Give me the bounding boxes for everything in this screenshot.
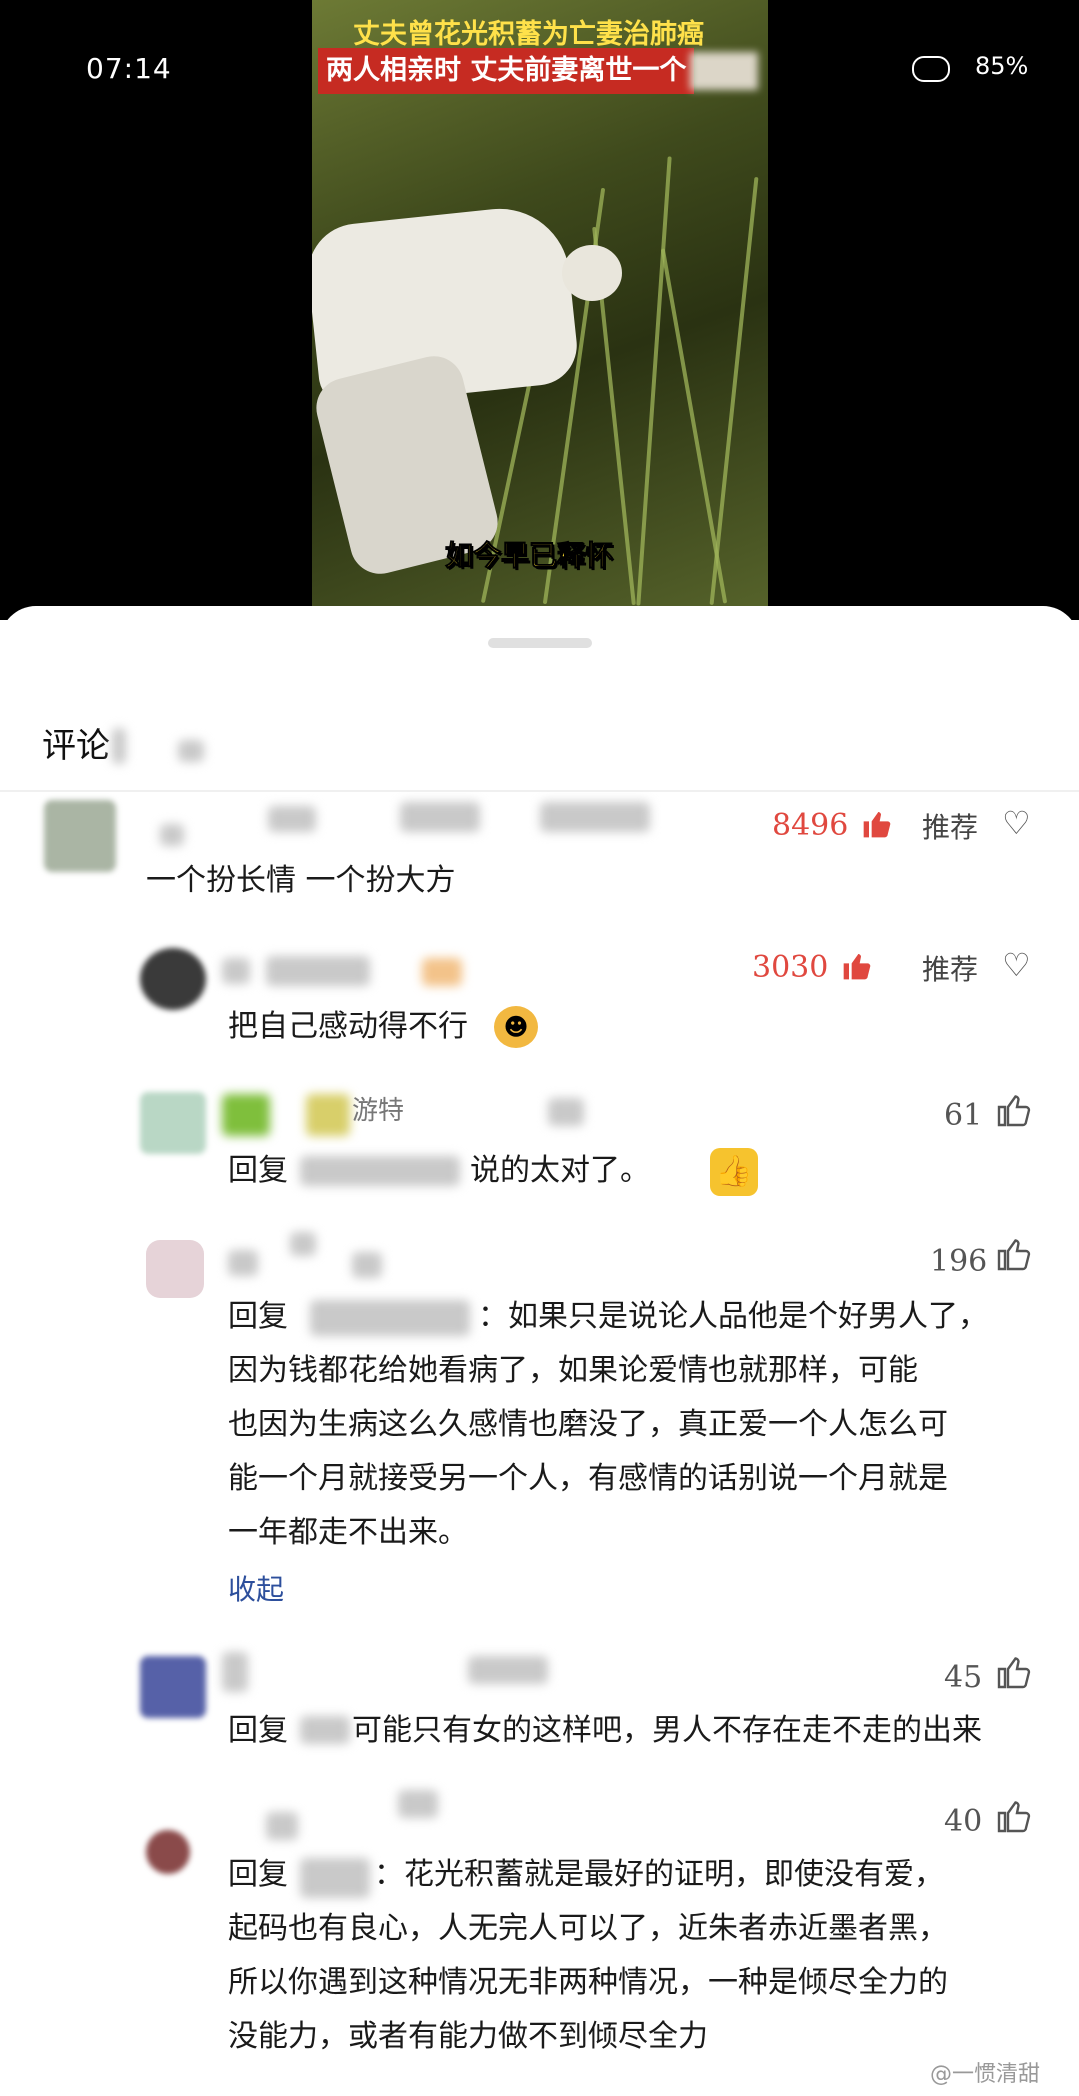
sheet-title: 评论	[42, 726, 110, 766]
blurred-reply-target	[310, 1300, 470, 1336]
comment-text-line: 没能力，或者有能力做不到倾尽全力	[228, 2019, 708, 2054]
video-player[interactable]: 07:14 85% 丈夫曾花光积蓄为亡妻治肺癌 两人相亲时 丈夫前妻离世一个 如…	[0, 0, 1079, 620]
blurred-reply-target	[300, 1716, 350, 1744]
grass-decoration	[636, 156, 672, 606]
avatar[interactable]	[140, 948, 206, 1010]
blurred-badge	[422, 958, 462, 986]
thumbs-up-icon[interactable]	[840, 950, 874, 982]
comment-text: 可能只有女的这样吧，男人不存在走不走的出来	[352, 1713, 982, 1748]
battery-level: 85%	[975, 52, 1029, 80]
status-time: 07:14	[86, 52, 172, 85]
blurred-username	[540, 802, 650, 832]
drag-handle[interactable]	[488, 638, 592, 648]
thumbs-up-icon[interactable]	[996, 1236, 1032, 1272]
heart-icon[interactable]: ♡	[1002, 804, 1031, 842]
recommend-label[interactable]: 推荐	[922, 806, 978, 846]
blurred-username	[268, 806, 316, 832]
thumbs-up-emoji-icon: 👍	[710, 1148, 758, 1196]
username-suffix: 游特	[352, 1096, 405, 1126]
recommend-label[interactable]: 推荐	[922, 948, 978, 988]
comment-text: 把自己感动得不行	[228, 1009, 468, 1044]
thumbs-up-icon[interactable]	[996, 1654, 1032, 1690]
status-icon	[912, 56, 950, 82]
blurred-username	[222, 958, 250, 984]
blurred-username	[398, 1790, 438, 1818]
thumbs-up-icon[interactable]	[996, 1798, 1032, 1834]
reply-prefix: 回复	[228, 1713, 288, 1748]
blurred-reply-target	[300, 1156, 460, 1186]
blurred-count	[178, 740, 204, 762]
comment-text-line: 也因为生病这么久感情也磨没了，真正爱一个人怎么可	[228, 1407, 948, 1442]
comment-text: 说的太对了。	[470, 1153, 650, 1188]
person-figure	[312, 201, 622, 581]
blurred-username	[400, 802, 480, 832]
video-subtitle: 如今早已释怀	[444, 539, 614, 573]
comment-text: 一个扮长情 一个扮大方	[146, 863, 456, 898]
heart-icon[interactable]: ♡	[1002, 946, 1031, 984]
thumbs-up-icon[interactable]	[996, 1092, 1032, 1128]
watermark: @一惯清甜	[930, 2062, 1041, 2087]
comment-text-line: 所以你遇到这种情况无非两种情况，一种是倾尽全力的	[228, 1965, 948, 2000]
blurred-username	[468, 1656, 548, 1684]
avatar[interactable]	[146, 1240, 204, 1298]
divider	[0, 790, 1079, 792]
blurred-username	[266, 956, 370, 986]
comment-text-line: 起码也有良心，人无完人可以了，近朱者赤近墨者黑，	[228, 1911, 948, 1946]
reply-prefix: 回复	[228, 1857, 288, 1892]
blurred-reply-target	[300, 1858, 370, 1898]
like-count: 45	[944, 1660, 983, 1695]
blurred-username	[548, 1098, 584, 1126]
blurred-username	[290, 1232, 316, 1256]
cat-emoji-icon: ☻	[494, 1006, 538, 1048]
like-count: 40	[944, 1804, 983, 1839]
like-count: 196	[930, 1244, 988, 1279]
avatar[interactable]	[140, 1656, 206, 1718]
video-caption-line2: 两人相亲时 丈夫前妻离世一个	[318, 48, 695, 94]
like-count: 3030	[752, 950, 829, 985]
blurred-username	[160, 824, 184, 846]
grass-decoration	[709, 176, 759, 606]
blurred-count	[112, 728, 126, 764]
comment-text-line: ：花光积蓄就是最好的证明，即使没有爱，	[374, 1857, 944, 1892]
blurred-username	[222, 1652, 248, 1692]
like-count: 8496	[772, 808, 849, 843]
blurred-username	[352, 1252, 382, 1278]
reply-prefix: 回复	[228, 1153, 288, 1188]
comment-text-line: 一年都走不出来。	[228, 1515, 468, 1550]
like-count: 61	[944, 1098, 983, 1133]
reply-prefix: 回复	[228, 1299, 288, 1334]
caption-blur	[690, 52, 758, 90]
thumbs-up-icon[interactable]	[860, 808, 894, 840]
collapse-link[interactable]: 收起	[228, 1568, 284, 1608]
comment-text-line: 能一个月就接受另一个人，有感情的话别说一个月就是	[228, 1461, 948, 1496]
avatar[interactable]	[140, 1092, 206, 1154]
blurred-username	[306, 1094, 350, 1136]
avatar[interactable]	[146, 1830, 190, 1874]
blurred-username	[228, 1250, 258, 1276]
avatar[interactable]	[44, 800, 116, 872]
blurred-username	[266, 1812, 298, 1840]
comment-text-line: ：如果只是说论人品他是个好男人了，	[478, 1299, 988, 1334]
comment-text-line: 因为钱都花给她看病了，如果论爱情也就那样，可能	[228, 1353, 918, 1388]
blurred-username	[222, 1094, 270, 1136]
